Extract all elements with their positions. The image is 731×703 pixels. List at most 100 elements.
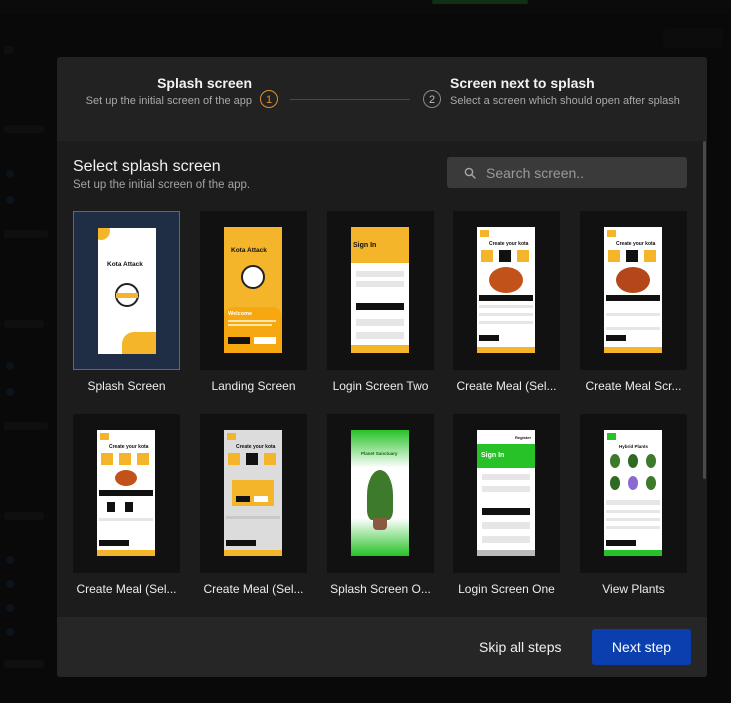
popup-dialog (232, 480, 274, 506)
preview-button (356, 303, 404, 310)
screen-card[interactable]: Sign In Login Screen Two (327, 211, 434, 393)
ingredient-row (606, 313, 660, 316)
preview-button (254, 496, 268, 502)
scrollbar[interactable] (703, 141, 706, 479)
screen-card[interactable]: Create your kota Create Meal (Sel... (453, 211, 560, 393)
preview-button (479, 335, 499, 341)
preview-app-name: Kota Attack (231, 247, 267, 254)
option-tile (264, 453, 276, 465)
option-tile (246, 453, 258, 465)
logo-icon (241, 265, 265, 289)
option-tile (499, 250, 511, 262)
preview-sign-in: Sign In (353, 242, 377, 249)
input-field (482, 474, 530, 480)
phone-preview: Create your kota (224, 430, 282, 556)
screen-card[interactable]: Hybrid Plants View Plants (580, 414, 687, 596)
google-button (482, 522, 530, 529)
phone-preview: Hybrid Plants (604, 430, 662, 556)
step-2-indicator[interactable]: 2 (423, 90, 441, 108)
screen-card[interactable]: Register Sign In Login Screen One (453, 414, 560, 596)
step-2-title: Screen next to splash (450, 75, 595, 91)
screen-card[interactable]: Kota Attack Splash Screen (73, 211, 180, 393)
ingredient-header (479, 295, 533, 301)
screen-name: Create Meal Scr... (585, 379, 682, 393)
stepper: Splash screen Set up the initial screen … (57, 57, 707, 141)
screen-card[interactable]: Planet Sanctuary Splash Screen O... (327, 414, 434, 596)
step-1-text: Splash screen Set up the initial screen … (57, 74, 252, 109)
step-connector (290, 99, 410, 100)
text-line (228, 324, 272, 326)
section-title: Select splash screen (73, 158, 221, 175)
step-1-indicator[interactable]: 1 (260, 90, 278, 108)
plant-image (610, 476, 620, 490)
search-box[interactable]: Search screen.. (447, 157, 687, 188)
option-tile (644, 250, 656, 262)
screen-card[interactable]: Create your kota Create Meal Scr... (580, 211, 687, 393)
skip-all-steps-button[interactable]: Skip all steps (479, 639, 561, 655)
list-row (606, 526, 660, 529)
preview-register: Register (515, 435, 532, 440)
screen-thumbnail[interactable]: Kota Attack (73, 211, 180, 370)
screen-card[interactable]: Create your kota Create Meal (Sel... (200, 414, 307, 596)
preview-button (606, 540, 636, 546)
preview-create-title: Create your kota (109, 444, 149, 450)
screen-thumbnail[interactable]: Sign In (327, 211, 434, 370)
ingredient-row (479, 305, 533, 308)
option-tile (119, 453, 131, 465)
menu-icon (227, 433, 236, 440)
phone-preview: Create your kota (477, 227, 535, 353)
google-button (356, 319, 404, 326)
preview-button (254, 337, 276, 344)
screen-name: Splash Screen O... (330, 582, 431, 596)
screen-thumbnail[interactable]: Register Sign In (453, 414, 560, 573)
menu-icon (607, 230, 616, 237)
ingredient-row (479, 313, 533, 316)
screen-thumbnail[interactable]: Create your kota (580, 211, 687, 370)
screen-card[interactable]: Create your kota Create Meal (Sel... (73, 414, 180, 596)
menu-icon (100, 433, 109, 440)
phone-preview: Create your kota (97, 430, 155, 556)
plant-image (646, 476, 656, 490)
dialog-footer: Skip all steps Next step (57, 617, 707, 677)
list-row (606, 510, 660, 513)
plant-image (367, 470, 393, 520)
search-input[interactable]: Search screen.. (486, 165, 584, 181)
text-line (228, 320, 276, 322)
food-image (489, 267, 523, 293)
preview-sanctuary-title: Planet Sanctuary (361, 451, 398, 456)
screen-thumbnail[interactable]: Create your kota (453, 211, 560, 370)
next-step-button[interactable]: Next step (592, 629, 691, 665)
footer-strip (477, 347, 535, 353)
plant-pot (373, 518, 387, 530)
phone-preview: Register Sign In (477, 430, 535, 556)
screen-thumbnail[interactable]: Hybrid Plants (580, 414, 687, 573)
menu-icon (480, 230, 489, 237)
screen-card[interactable]: Kota Attack Welcome Landing Screen (200, 211, 307, 393)
option-tile (608, 250, 620, 262)
step-1-title: Splash screen (157, 75, 252, 91)
decor-shape (122, 332, 156, 354)
option-tile (137, 453, 149, 465)
facebook-button (482, 536, 530, 543)
list-header (606, 500, 660, 505)
splash-setup-dialog: Splash screen Set up the initial screen … (57, 57, 707, 677)
footer-strip (604, 347, 662, 353)
preview-button (606, 335, 626, 341)
footer-strip (97, 550, 155, 556)
footer-strip (351, 345, 409, 353)
ingredient-header (606, 295, 660, 301)
ingredient-row (606, 327, 660, 330)
screen-name: Create Meal (Sel... (76, 582, 177, 596)
footer-strip (477, 550, 535, 556)
ingredient-row (479, 321, 533, 324)
preview-button (482, 508, 530, 515)
screen-thumbnail[interactable]: Kota Attack Welcome (200, 211, 307, 370)
screen-thumbnail[interactable]: Planet Sanctuary (327, 414, 434, 573)
preview-create-title: Create your kota (489, 241, 529, 247)
screen-name: Create Meal (Sel... (456, 379, 557, 393)
screen-thumbnail[interactable]: Create your kota (200, 414, 307, 573)
phone-preview: Kota Attack Welcome (224, 227, 282, 353)
screen-thumbnail[interactable]: Create your kota (73, 414, 180, 573)
screen-name: Login Screen Two (332, 379, 429, 393)
input-field (356, 281, 404, 287)
